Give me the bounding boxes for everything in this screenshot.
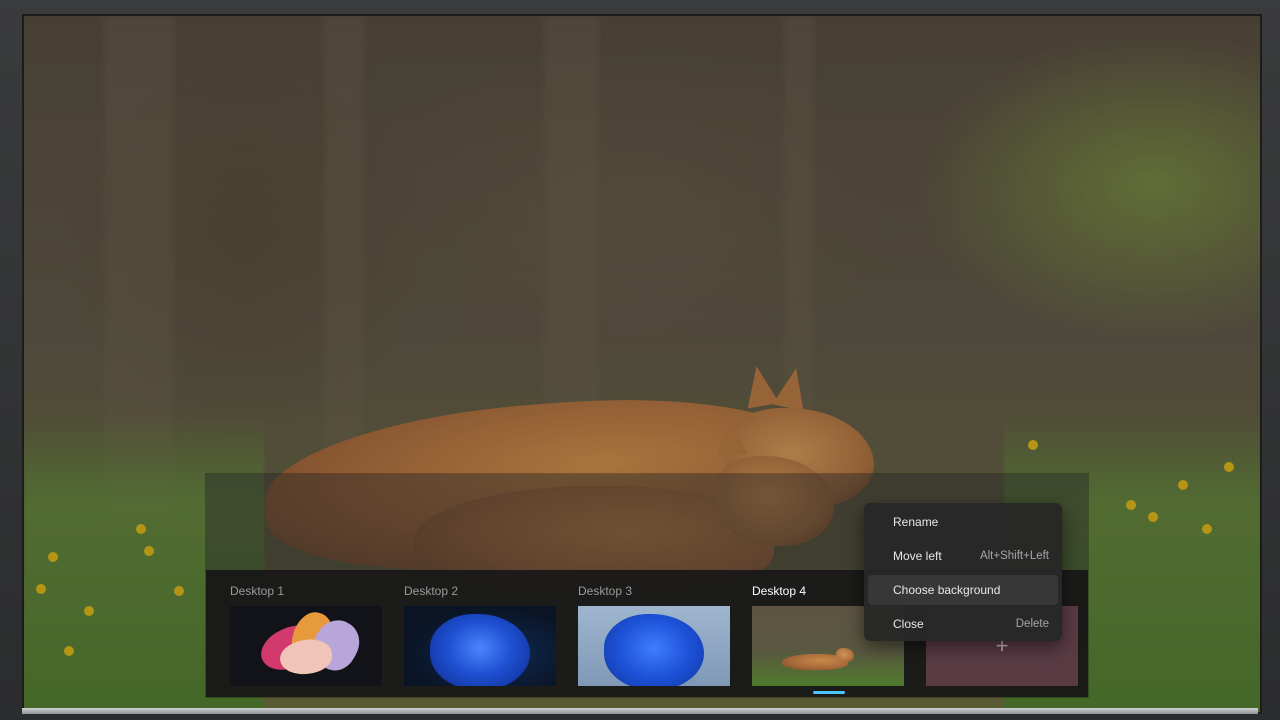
desktop-label: Desktop 2 [404,584,459,598]
bloom-shape [430,614,530,686]
menu-item-shortcut: Delete [1015,618,1049,630]
desktop-thumbnail[interactable] [230,606,382,686]
menu-item-shortcut: Alt+Shift+Left [979,550,1049,562]
menu-item-choose-background[interactable]: Choose background [868,575,1058,605]
menu-item-label: Move left [893,549,942,563]
menu-item-label: Rename [893,515,939,529]
active-desktop-indicator [813,691,845,694]
desktop-label: Desktop 3 [578,584,633,598]
fox-thumbnail-head [836,648,854,662]
desktop-label: Desktop 4 [752,584,807,598]
menu-item-label: Close [893,617,924,631]
menu-item-close[interactable]: Close Delete [868,609,1058,639]
desktop-thumbnail[interactable] [404,606,556,686]
menu-item-move-left[interactable]: Move left Alt+Shift+Left [868,541,1058,571]
desktop-context-menu: Rename Move left Alt+Shift+Left Choose b… [864,503,1062,641]
desktop-label: Desktop 1 [230,584,285,598]
menu-item-rename[interactable]: Rename [868,507,1058,537]
screen-bottom-edge [22,708,1258,714]
menu-item-label: Choose background [893,583,1001,597]
desktop-thumbnail[interactable] [578,606,730,686]
bloom-shape [604,614,704,686]
